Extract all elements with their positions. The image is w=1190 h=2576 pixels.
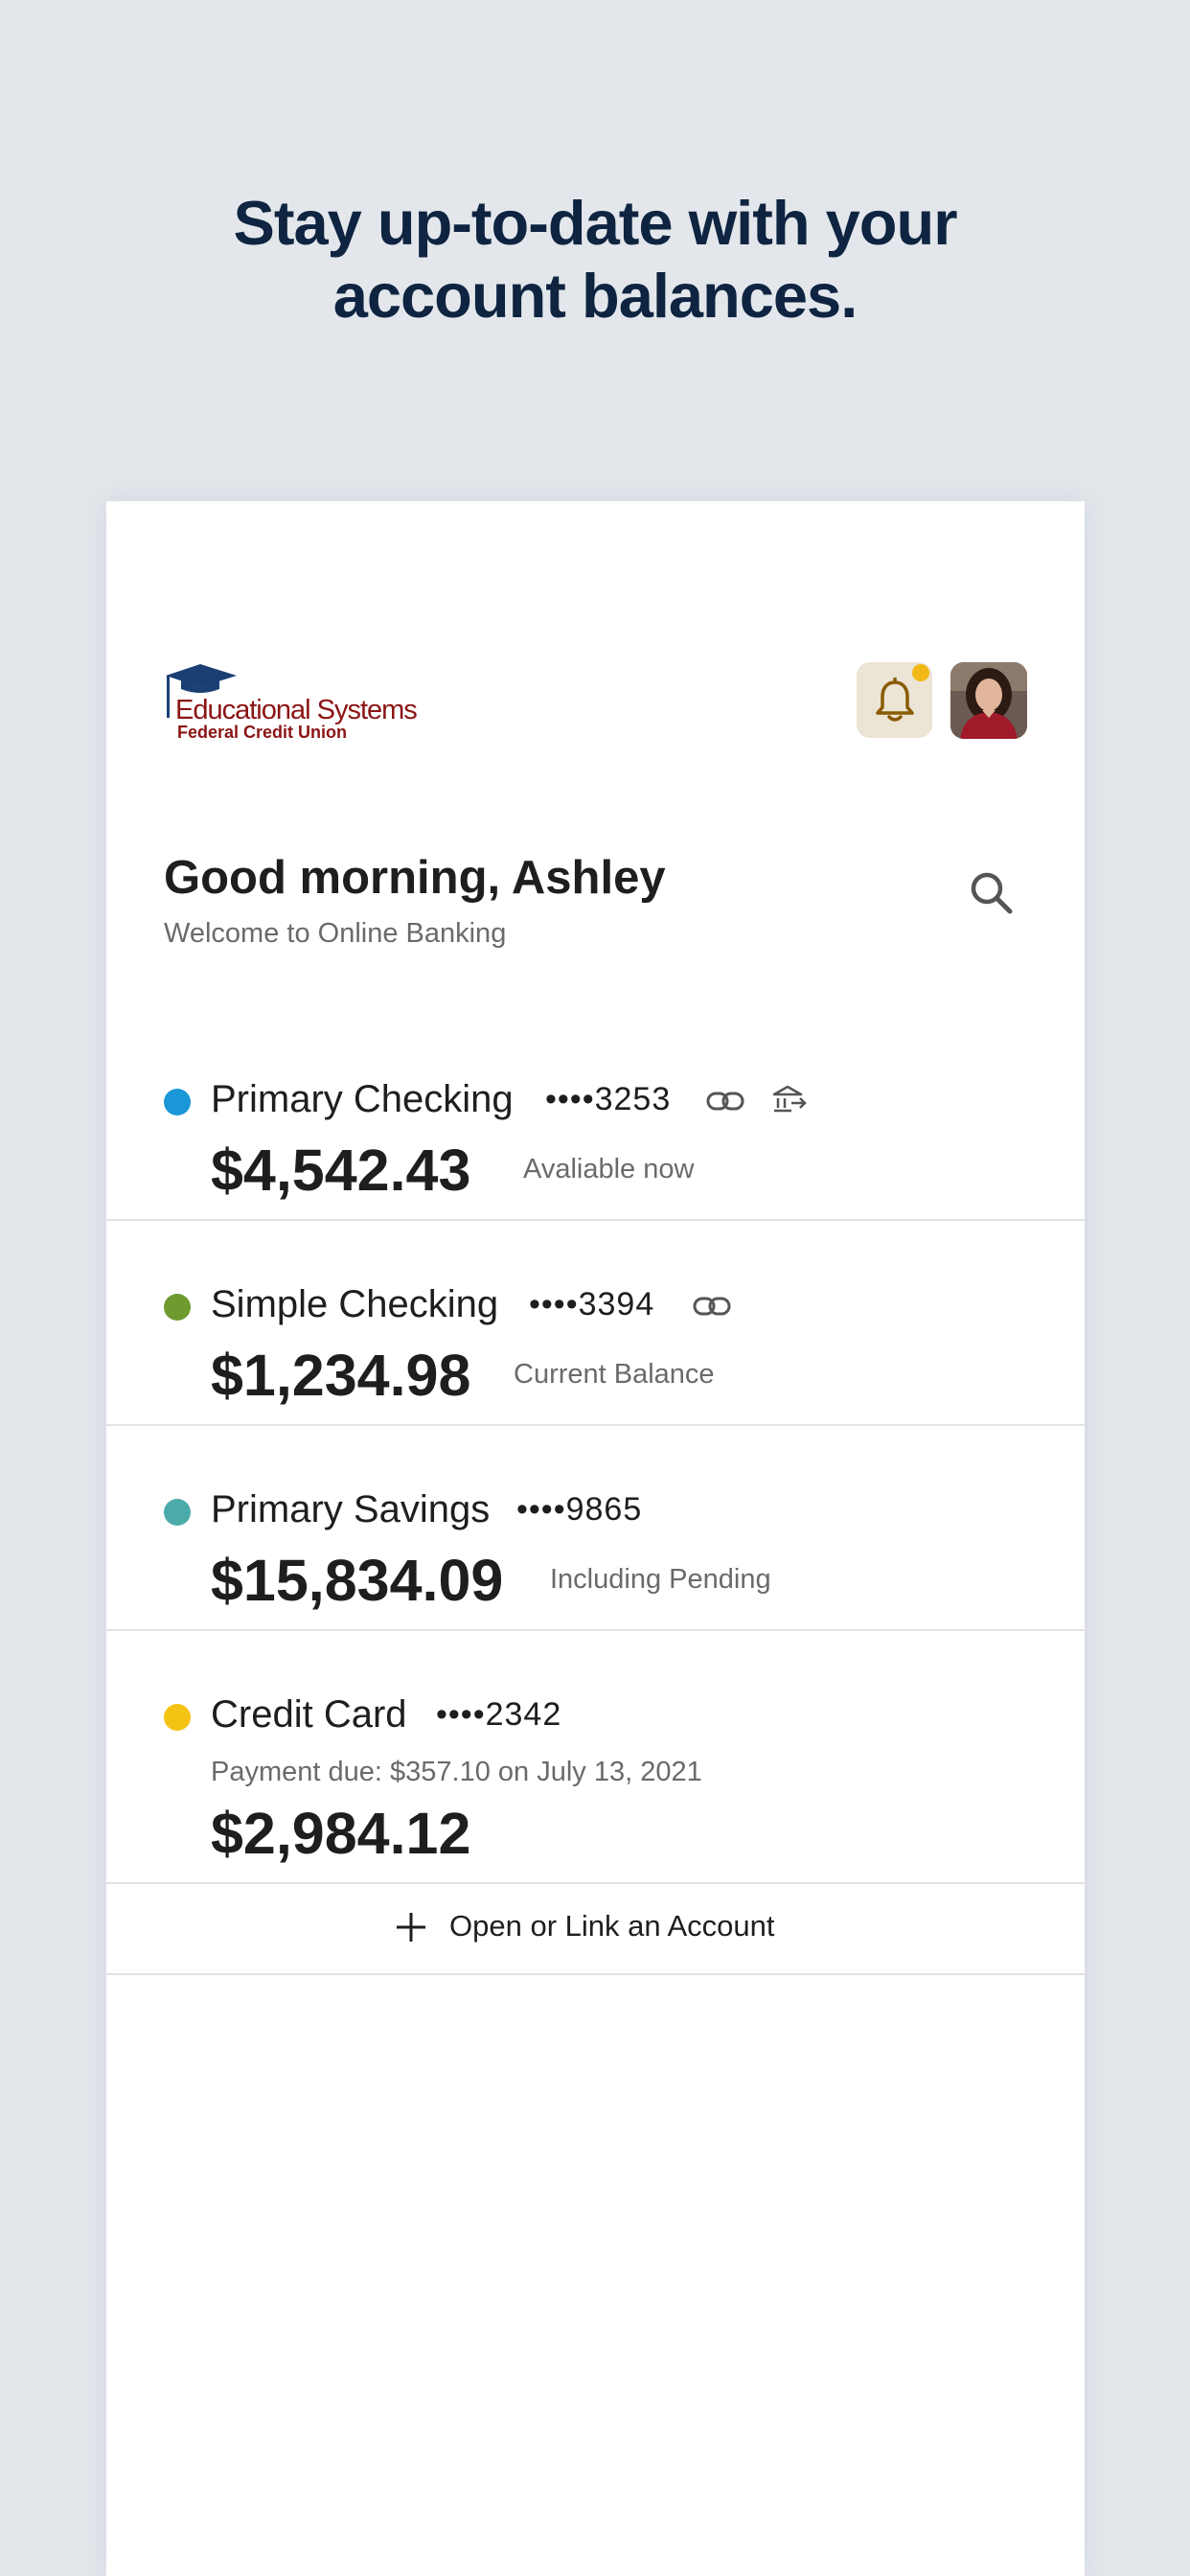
open-link-account-button[interactable]: Open or Link an Account	[106, 1883, 1085, 1975]
account-color-dot	[164, 1089, 191, 1116]
account-row-primary-savings[interactable]: Primary Savings ••••9865 $15,834.09 Incl…	[106, 1426, 1085, 1631]
account-name: Simple Checking	[211, 1283, 499, 1325]
search-icon	[971, 872, 1013, 914]
open-link-account-label: Open or Link an Account	[449, 1909, 775, 1943]
balance-note: Current Balance	[514, 1359, 715, 1390]
headline-line-2: account balances.	[332, 261, 858, 331]
search-button[interactable]	[964, 865, 1021, 923]
account-balance: $4,542.43	[211, 1138, 471, 1203]
account-name: Primary Checking	[211, 1078, 514, 1120]
profile-photo	[950, 662, 1027, 739]
greeting-subtitle: Welcome to Online Banking	[164, 918, 507, 949]
account-mask: ••••9865	[516, 1491, 643, 1528]
bell-icon	[876, 678, 914, 722]
account-color-dot	[164, 1704, 191, 1731]
link-icon	[693, 1297, 731, 1316]
headline: Stay up-to-date with your account balanc…	[0, 187, 1190, 333]
greeting-title: Good morning, Ashley	[164, 852, 666, 904]
bank-transfer-icon	[772, 1085, 807, 1113]
account-name: Primary Savings	[211, 1488, 491, 1530]
app-screen: Educational Systems Federal Credit Union…	[106, 501, 1085, 2576]
account-mask: ••••3394	[529, 1286, 655, 1322]
logo-subname: Federal Credit Union	[177, 723, 348, 742]
account-name: Credit Card	[211, 1693, 407, 1736]
account-color-dot	[164, 1499, 191, 1526]
account-color-dot	[164, 1294, 191, 1321]
account-mask: ••••2342	[436, 1696, 562, 1733]
account-row-simple-checking[interactable]: Simple Checking ••••3394 $1,234.98 Curre…	[106, 1221, 1085, 1426]
link-icon	[706, 1092, 744, 1111]
payment-due-text: Payment due: $357.10 on July 13, 2021	[211, 1757, 702, 1787]
profile-avatar[interactable]	[950, 662, 1027, 739]
account-row-primary-checking[interactable]: Primary Checking ••••3253 $4,542.43 Aval…	[106, 1016, 1085, 1221]
balance-note: Including Pending	[550, 1564, 771, 1595]
account-mask: ••••3253	[545, 1081, 672, 1117]
account-balance: $15,834.09	[211, 1548, 504, 1613]
unread-badge	[912, 664, 929, 681]
plus-icon	[397, 1913, 425, 1942]
notifications-button[interactable]	[857, 662, 932, 738]
credit-union-logo: Educational Systems Federal Credit Union	[164, 662, 423, 745]
account-row-credit-card[interactable]: Credit Card ••••2342 Payment due: $357.1…	[106, 1631, 1085, 1884]
balance-note: Avaliable now	[523, 1154, 695, 1184]
account-balance: $2,984.12	[211, 1801, 471, 1866]
account-balance: $1,234.98	[211, 1343, 471, 1408]
headline-line-1: Stay up-to-date with your	[233, 188, 958, 258]
